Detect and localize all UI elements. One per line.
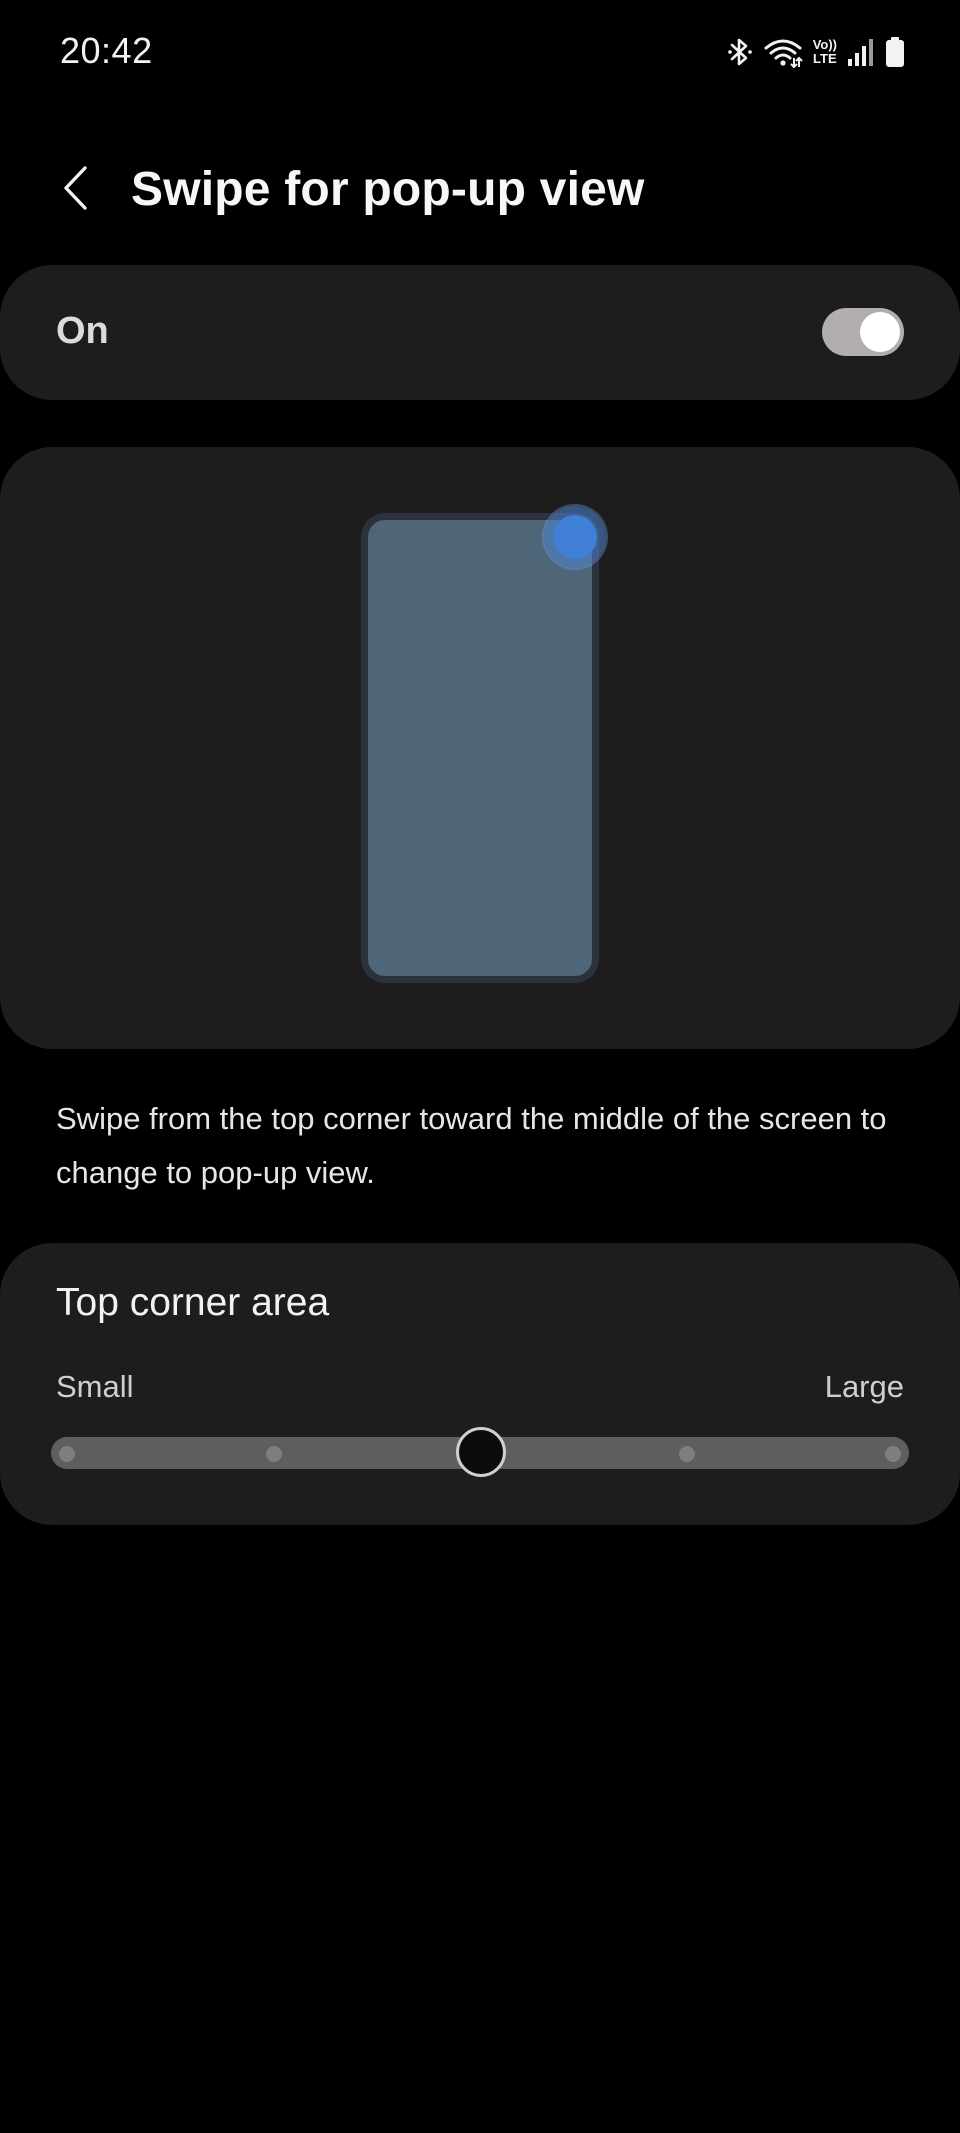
status-bar: 20:42 Vo)) LTE bbox=[0, 0, 960, 104]
page-title: Swipe for pop-up view bbox=[131, 163, 645, 216]
volte-top-label: Vo)) bbox=[812, 37, 837, 52]
slider-tick bbox=[885, 1446, 901, 1462]
battery-icon bbox=[885, 36, 905, 68]
slider-tick bbox=[678, 1446, 695, 1462]
corner-area-title: Top corner area bbox=[56, 1281, 330, 1324]
volte-icon: Vo)) LTE bbox=[813, 38, 837, 66]
toggle-label: On bbox=[56, 310, 109, 352]
slider-tick bbox=[265, 1446, 282, 1462]
touch-point-inner bbox=[553, 515, 597, 559]
top-corner-area-card: Top corner area Small Large bbox=[0, 1243, 960, 1525]
master-toggle-switch[interactable] bbox=[822, 308, 904, 356]
corner-area-slider[interactable] bbox=[51, 1427, 909, 1477]
slider-tick bbox=[59, 1446, 75, 1462]
slider-min-label: Small bbox=[56, 1369, 134, 1404]
back-button[interactable] bbox=[44, 158, 108, 222]
slider-thumb[interactable] bbox=[456, 1427, 506, 1477]
volte-bottom-label: LTE bbox=[813, 51, 837, 66]
touch-point-icon bbox=[544, 506, 606, 568]
signal-icon bbox=[847, 37, 875, 67]
feature-description: Swipe from the top corner toward the mid… bbox=[56, 1101, 887, 1190]
phone-screen bbox=[368, 520, 592, 976]
toggle-knob bbox=[860, 312, 900, 352]
header: Swipe for pop-up view bbox=[0, 150, 960, 230]
chevron-left-icon bbox=[59, 165, 93, 216]
phone-illustration bbox=[361, 513, 599, 983]
master-toggle-row[interactable]: On bbox=[0, 265, 960, 400]
slider-max-label: Large bbox=[824, 1369, 904, 1404]
status-icons: Vo)) LTE bbox=[727, 32, 905, 72]
status-time: 20:42 bbox=[60, 30, 153, 71]
wifi-icon bbox=[763, 36, 803, 68]
bluetooth-icon bbox=[727, 36, 753, 68]
